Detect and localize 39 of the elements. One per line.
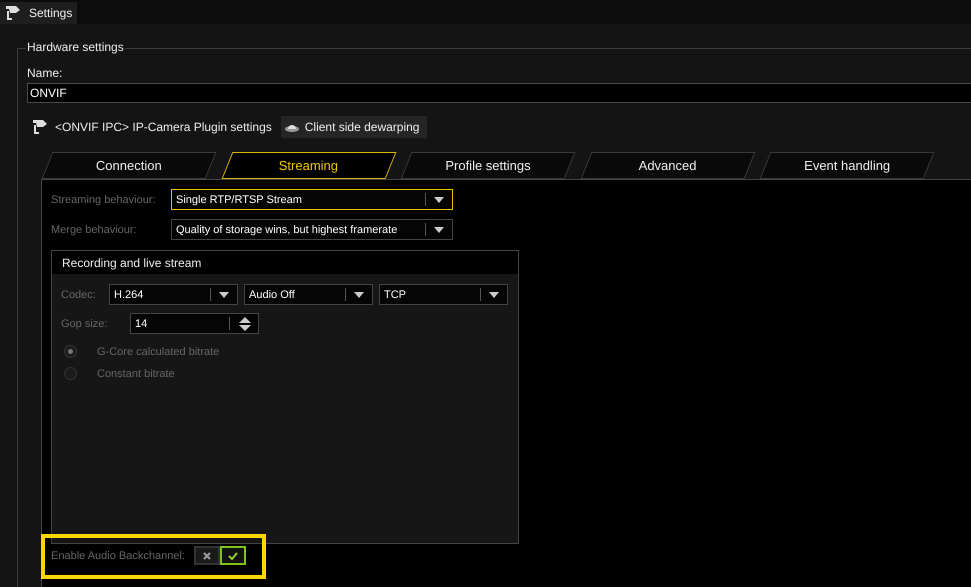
dome-camera-icon: [284, 122, 299, 132]
camera-icon: [31, 118, 49, 136]
field-label: Name:: [27, 66, 64, 80]
caret-icon: [434, 226, 444, 232]
option-label: Constant bitrate: [97, 368, 175, 380]
tab[interactable]: Streaming: [220, 152, 396, 179]
dropdown[interactable]: Audio Off: [244, 284, 373, 305]
dropdown[interactable]: Single RTP/RTSP Stream: [171, 189, 453, 210]
caret-icon: [354, 292, 364, 298]
cross-icon: [202, 550, 212, 560]
field-label: Streaming behaviour:: [51, 194, 157, 206]
field-label: Gop size:: [61, 318, 108, 330]
dropdown[interactable]: H.264: [109, 284, 238, 305]
number-spinner[interactable]: 14: [130, 313, 259, 334]
field-label: Codec:: [61, 288, 97, 300]
field-label: Merge behaviour:: [51, 224, 138, 236]
field-label: Enable Audio Backchannel:: [51, 550, 185, 562]
camera-icon: [4, 4, 22, 22]
window-tab[interactable]: Settings: [0, 2, 78, 24]
radio-button[interactable]: [64, 345, 77, 358]
dropdown[interactable]: TCP: [379, 284, 508, 305]
check-icon: [228, 550, 238, 560]
option-label: G-Core calculated bitrate: [97, 346, 220, 358]
name-field[interactable]: ONVIF: [27, 83, 971, 103]
off-button[interactable]: [194, 546, 220, 565]
up-down-arrows-icon: [238, 316, 252, 332]
dropdown[interactable]: Quality of storage wins, but highest framerate: [171, 219, 453, 240]
tab[interactable]: Advanced: [580, 152, 756, 179]
caret-icon: [434, 196, 444, 202]
tab[interactable]: Event handling: [759, 152, 935, 179]
tab[interactable]: Connection: [41, 152, 217, 179]
group-title: Hardware settings: [26, 40, 125, 54]
caret-icon: [219, 292, 229, 298]
on-button[interactable]: [220, 546, 246, 565]
group-title: Recording and live stream: [52, 251, 518, 274]
plugin-button[interactable]: Client side dewarping: [280, 116, 428, 138]
tab[interactable]: Profile settings: [400, 152, 576, 179]
caret-icon: [489, 292, 499, 298]
radio-button[interactable]: [64, 367, 77, 380]
